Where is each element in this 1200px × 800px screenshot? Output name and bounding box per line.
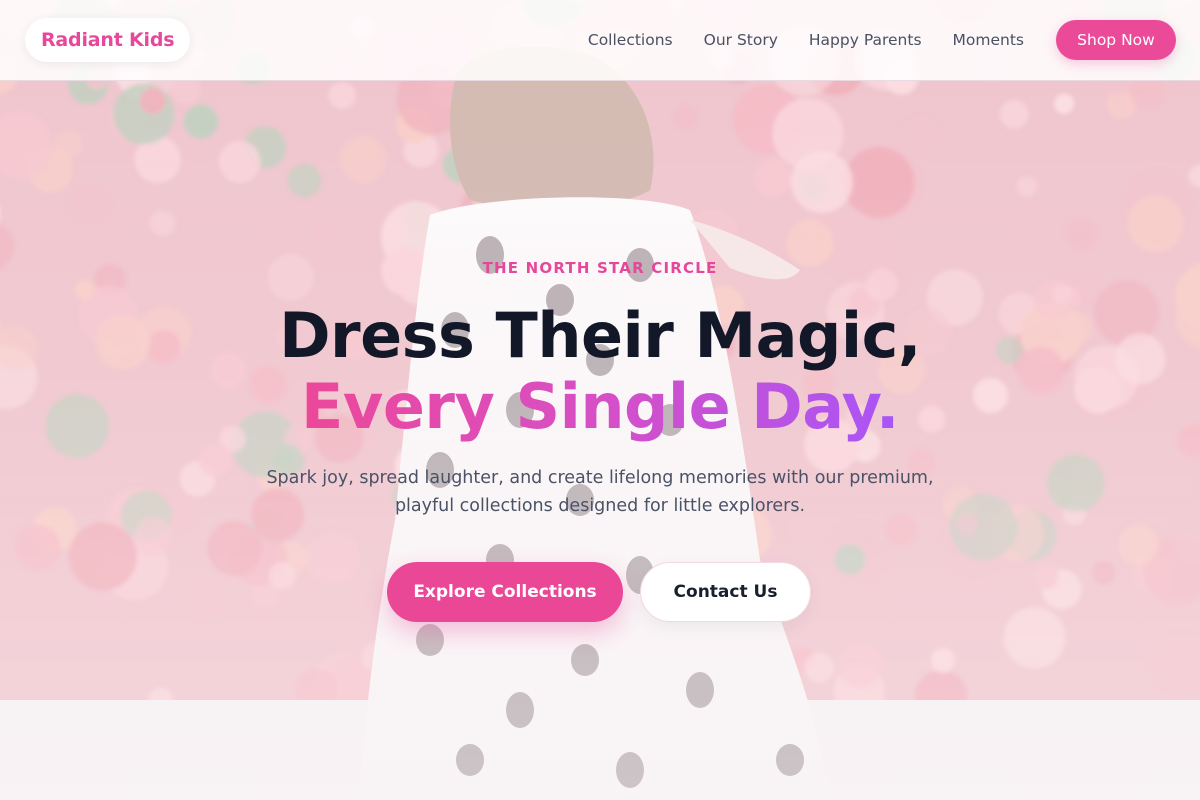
navbar: Radiant Kids Collections Our Story Happy… <box>0 0 1200 81</box>
hero-headline-line-2: Every Single Day. <box>0 367 1200 447</box>
hero-headline-gradient-text: Every Single Day. <box>301 370 899 443</box>
hero-headline-line-1: Dress Their Magic, <box>279 299 921 372</box>
hero-eyebrow: THE NORTH STAR CIRCLE <box>482 259 718 277</box>
nav-link-our-story[interactable]: Our Story <box>704 31 778 49</box>
brand-logo[interactable]: Radiant Kids <box>25 18 191 62</box>
nav-link-moments[interactable]: Moments <box>953 31 1024 49</box>
contact-us-button[interactable]: Contact Us <box>640 562 811 622</box>
explore-collections-button[interactable]: Explore Collections <box>387 562 623 622</box>
nav-links: Collections Our Story Happy Parents Mome… <box>588 0 1024 80</box>
shop-now-button[interactable]: Shop Now <box>1056 20 1176 60</box>
nav-link-collections[interactable]: Collections <box>588 31 673 49</box>
nav-link-happy-parents[interactable]: Happy Parents <box>809 31 922 49</box>
hero-subtitle: Spark joy, spread laughter, and create l… <box>266 468 934 516</box>
